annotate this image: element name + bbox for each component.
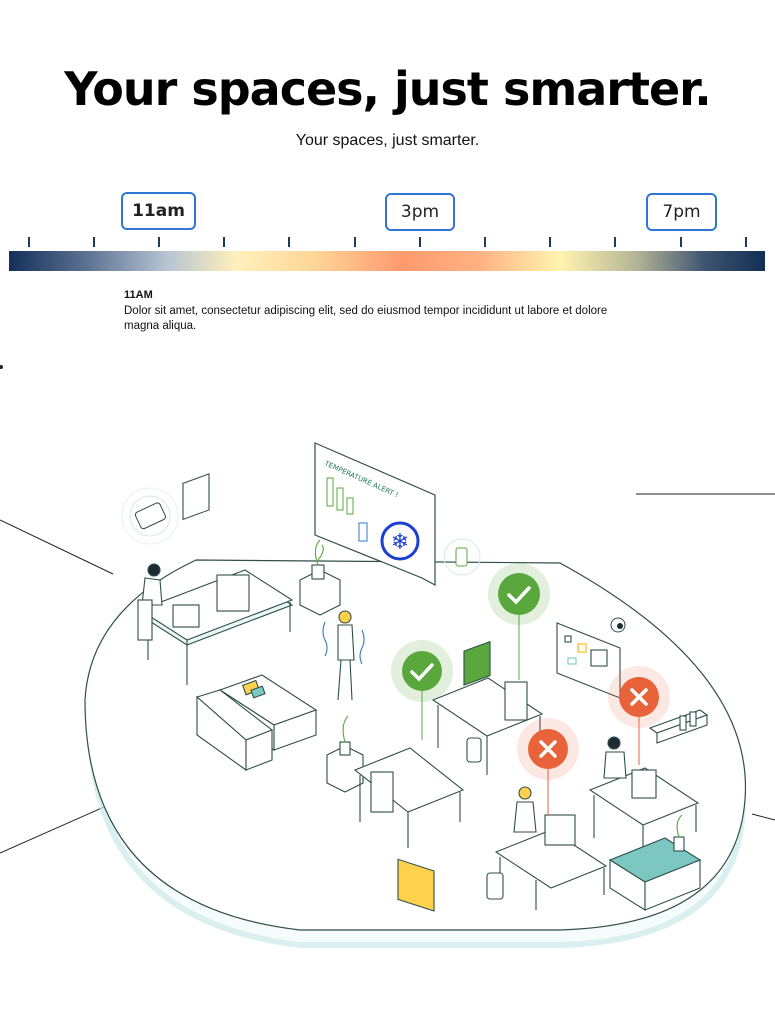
time-button-11am[interactable]: 11am xyxy=(121,192,196,230)
time-button-7pm[interactable]: 7pm xyxy=(646,193,717,231)
timeline-tick xyxy=(93,237,95,247)
timeline-tick xyxy=(549,237,551,247)
page-subheadline: Your spaces, just smarter. xyxy=(295,132,480,149)
timeline-tick xyxy=(745,237,747,247)
timeline-tick xyxy=(484,237,486,247)
connector-dot xyxy=(0,365,3,369)
info-description: Dolor sit amet, consectetur adipiscing e… xyxy=(124,305,608,332)
timeline-tick xyxy=(680,237,682,247)
page-headline: Your spaces, just smarter. xyxy=(64,62,712,116)
timeline-tick xyxy=(223,237,225,247)
time-button-3pm[interactable]: 3pm xyxy=(385,193,455,231)
timeline-tick xyxy=(614,237,616,247)
timeline-tick xyxy=(158,237,160,247)
timeline-tick xyxy=(419,237,421,247)
info-time-label: 11AM xyxy=(124,289,153,301)
wall-sensor-left xyxy=(121,487,179,545)
snowflake-glyph: ❄ xyxy=(391,529,409,554)
timeline-tick xyxy=(354,237,356,247)
timeline-tick xyxy=(28,237,30,247)
camera-sensor xyxy=(610,617,626,633)
plant-cube xyxy=(299,539,341,616)
timeline-tick xyxy=(288,237,290,247)
office-floor-illustration: TEMPERATURE ALERT ! ❄ xyxy=(0,365,775,948)
time-gradient-slider[interactable] xyxy=(9,251,765,271)
